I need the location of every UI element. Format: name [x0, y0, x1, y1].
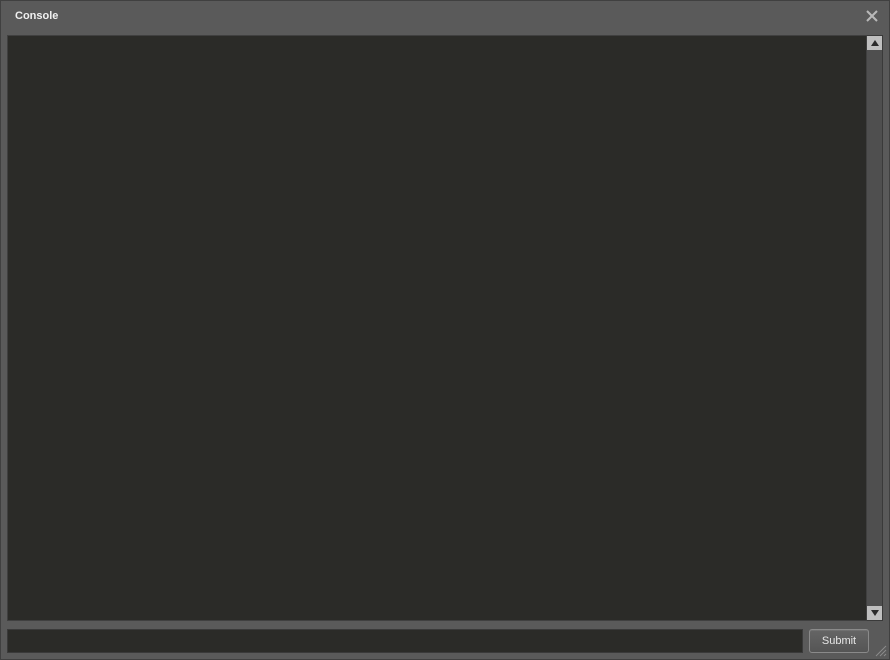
console-output[interactable]: [7, 35, 867, 621]
window-title: Console: [15, 10, 58, 22]
console-window: Console Submit: [0, 0, 890, 660]
content-area: Submit: [1, 31, 889, 659]
input-row: Submit: [7, 629, 883, 653]
close-icon[interactable]: [863, 7, 881, 25]
output-wrap: [7, 35, 883, 621]
scroll-down-button[interactable]: [867, 606, 882, 620]
resize-grip-icon[interactable]: [873, 643, 887, 657]
titlebar[interactable]: Console: [1, 1, 889, 31]
submit-button[interactable]: Submit: [809, 629, 869, 653]
scroll-up-button[interactable]: [867, 36, 882, 50]
output-scrollbar[interactable]: [867, 35, 883, 621]
command-input[interactable]: [7, 629, 803, 653]
scroll-track[interactable]: [867, 50, 882, 606]
